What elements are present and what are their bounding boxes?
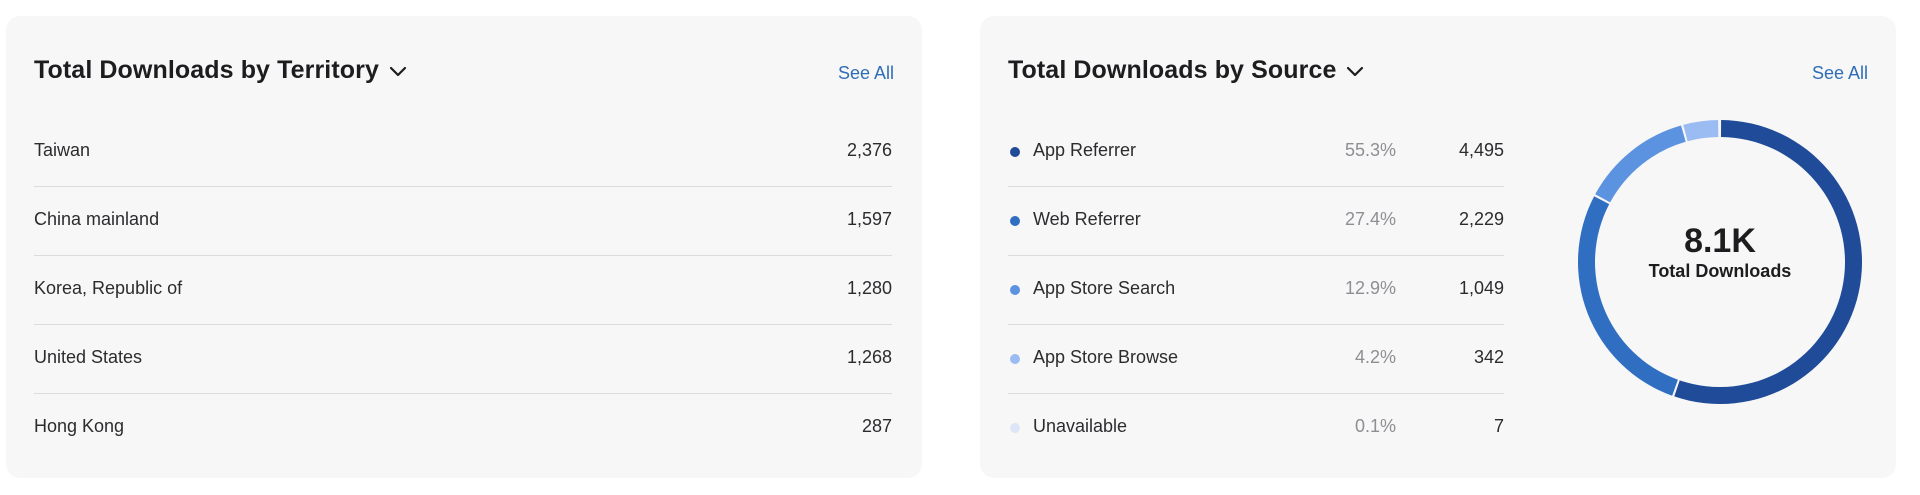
territory-see-all-link[interactable]: See All xyxy=(838,63,894,84)
source-percent: 55.3% xyxy=(1344,140,1396,160)
source-name: Web Referrer xyxy=(1033,209,1141,229)
list-item: App Store Browse 4.2% 342 xyxy=(1008,325,1504,394)
list-item: Web Referrer 27.4% 2,229 xyxy=(1008,187,1504,256)
territory-downloads: 2,376 xyxy=(846,140,892,160)
donut-slice-app-store-search xyxy=(1595,125,1686,203)
territory-title-dropdown[interactable]: Total Downloads by Territory xyxy=(34,56,407,85)
list-item: China mainland 1,597 xyxy=(34,187,892,256)
territory-name: China mainland xyxy=(34,209,160,229)
territory-card: Total Downloads by Territory See All Tai… xyxy=(6,16,922,478)
territory-downloads: 1,280 xyxy=(846,278,892,298)
source-name: App Store Browse xyxy=(1033,347,1179,367)
source-name: App Store Search xyxy=(1033,278,1176,298)
source-downloads: 4,495 xyxy=(1458,140,1504,160)
source-downloads: 342 xyxy=(1473,347,1504,367)
donut-slice-app-store-browse xyxy=(1683,120,1719,142)
territory-name: Korea, Republic of xyxy=(34,278,183,298)
territory-downloads: 287 xyxy=(861,416,892,436)
list-item: Unavailable 0.1% 7 xyxy=(1008,394,1504,463)
territory-name: United States xyxy=(34,347,143,367)
territory-name: Taiwan xyxy=(34,140,91,160)
chevron-down-icon xyxy=(389,66,407,76)
donut-total-label: Total Downloads xyxy=(1648,261,1792,281)
legend-dot xyxy=(1010,216,1020,226)
source-see-all-link[interactable]: See All xyxy=(1812,63,1868,84)
donut-center: 8.1K Total Downloads xyxy=(1570,222,1870,282)
list-item: United States 1,268 xyxy=(34,325,892,394)
list-item: Korea, Republic of 1,280 xyxy=(34,256,892,325)
territory-list: Taiwan 2,376 China mainland 1,597 Korea,… xyxy=(34,118,892,463)
territory-name: Hong Kong xyxy=(34,416,125,436)
source-card: Total Downloads by Source See All App Re… xyxy=(980,16,1896,478)
list-item: Hong Kong 287 xyxy=(34,394,892,463)
list-item: App Referrer 55.3% 4,495 xyxy=(1008,118,1504,187)
source-title: Total Downloads by Source xyxy=(1008,56,1337,84)
source-percent: 4.2% xyxy=(1354,347,1396,367)
legend-dot xyxy=(1010,147,1020,157)
territory-downloads: 1,597 xyxy=(846,209,892,229)
source-percent: 0.1% xyxy=(1354,416,1396,436)
legend-dot xyxy=(1010,285,1020,295)
source-downloads: 2,229 xyxy=(1458,209,1504,229)
list-item: Taiwan 2,376 xyxy=(34,118,892,187)
list-item: App Store Search 12.9% 1,049 xyxy=(1008,256,1504,325)
donut-chart: 8.1K Total Downloads xyxy=(1570,112,1870,412)
donut-total-value: 8.1K xyxy=(1684,222,1756,260)
legend-dot xyxy=(1010,354,1020,364)
source-name: Unavailable xyxy=(1033,416,1128,436)
source-downloads: 1,049 xyxy=(1458,278,1504,298)
source-percent: 27.4% xyxy=(1344,209,1396,229)
legend-dot xyxy=(1010,423,1020,433)
source-list: App Referrer 55.3% 4,495 Web Referrer 27… xyxy=(1008,118,1504,463)
territory-downloads: 1,268 xyxy=(846,347,892,367)
territory-title: Total Downloads by Territory xyxy=(34,56,379,84)
source-percent: 12.9% xyxy=(1344,278,1396,298)
territory-card-header: Total Downloads by Territory See All xyxy=(34,52,894,92)
chevron-down-icon xyxy=(1347,66,1364,76)
source-name: App Referrer xyxy=(1033,140,1137,160)
source-downloads: 7 xyxy=(1493,416,1504,436)
source-title-dropdown[interactable]: Total Downloads by Source xyxy=(1008,56,1364,85)
source-card-header: Total Downloads by Source See All xyxy=(1008,52,1868,92)
